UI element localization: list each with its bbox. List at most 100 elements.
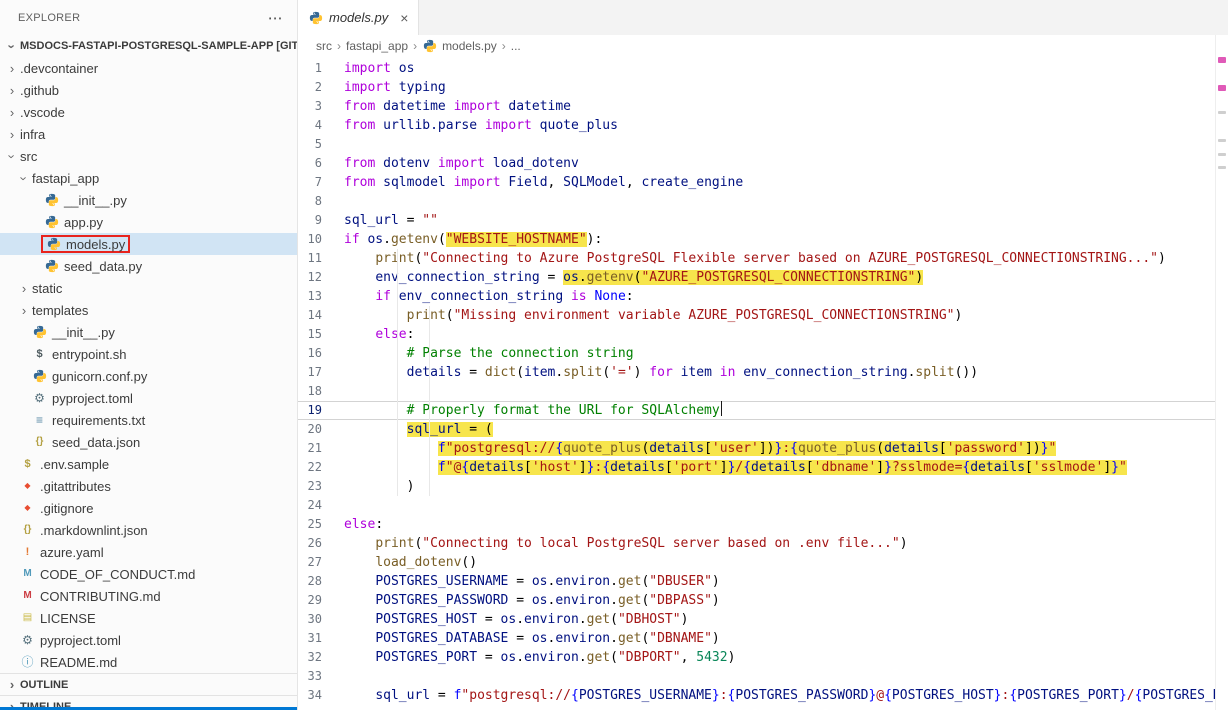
file-gitignore[interactable]: ◆.gitignore [0, 497, 297, 519]
code-line[interactable]: 3from datetime import datetime [298, 97, 1228, 116]
line-number[interactable]: 19 [298, 401, 344, 420]
code-line[interactable]: 10if os.getenv("WEBSITE_HOSTNAME"): [298, 230, 1228, 249]
code-line[interactable]: 33 [298, 667, 1228, 686]
line-number[interactable]: 4 [298, 116, 344, 135]
code-line[interactable]: 11 print("Connecting to Azure PostgreSQL… [298, 249, 1228, 268]
code-line[interactable]: 32 POSTGRES_PORT = os.environ.get("DBPOR… [298, 648, 1228, 667]
line-number[interactable]: 22 [298, 458, 344, 477]
code-line[interactable]: 22 f"@{details['host']}:{details['port']… [298, 458, 1228, 477]
code-line[interactable]: 21 f"postgresql://{quote_plus(details['u… [298, 439, 1228, 458]
code-line[interactable]: 24 [298, 496, 1228, 515]
root-folder[interactable]: › MSDOCS-FASTAPI-POSTGRESQL-SAMPLE-APP [… [0, 35, 297, 57]
line-number[interactable]: 25 [298, 515, 344, 534]
line-number[interactable]: 28 [298, 572, 344, 591]
line-number[interactable]: 11 [298, 249, 344, 268]
code-line[interactable]: 31 POSTGRES_DATABASE = os.environ.get("D… [298, 629, 1228, 648]
code-line[interactable]: 23 ) [298, 477, 1228, 496]
line-number[interactable]: 29 [298, 591, 344, 610]
close-icon[interactable]: × [400, 10, 408, 26]
breadcrumb-symbols[interactable]: ... [511, 39, 521, 53]
line-number[interactable]: 20 [298, 420, 344, 439]
file-gunicorn-conf-py[interactable]: gunicorn.conf.py [0, 365, 297, 387]
code-line[interactable]: 6from dotenv import load_dotenv [298, 154, 1228, 173]
code-line[interactable]: 4from urllib.parse import quote_plus [298, 116, 1228, 135]
code-line[interactable]: 25else: [298, 515, 1228, 534]
line-number[interactable]: 2 [298, 78, 344, 97]
line-number[interactable]: 24 [298, 496, 344, 515]
folder-github[interactable]: ›.github [0, 79, 297, 101]
code-line[interactable]: 13 if env_connection_string is None: [298, 287, 1228, 306]
code-editor[interactable]: 1import os2import typing3from datetime i… [298, 57, 1228, 710]
file-pyproject-toml[interactable]: ⚙pyproject.toml [0, 629, 297, 651]
folder-devcontainer[interactable]: ›.devcontainer [0, 57, 297, 79]
code-line[interactable]: 7from sqlmodel import Field, SQLModel, c… [298, 173, 1228, 192]
file-models-py[interactable]: models.py [0, 233, 297, 255]
code-line[interactable]: 15 else: [298, 325, 1228, 344]
line-number[interactable]: 12 [298, 268, 344, 287]
folder-fastapi-app[interactable]: ›fastapi_app [0, 167, 297, 189]
line-number[interactable]: 21 [298, 439, 344, 458]
file-app-py[interactable]: app.py [0, 211, 297, 233]
file-gitattributes[interactable]: ◆.gitattributes [0, 475, 297, 497]
line-number[interactable]: 16 [298, 344, 344, 363]
line-number[interactable]: 15 [298, 325, 344, 344]
line-number[interactable]: 30 [298, 610, 344, 629]
line-number[interactable]: 5 [298, 135, 344, 154]
code-line[interactable]: 2import typing [298, 78, 1228, 97]
line-number[interactable]: 8 [298, 192, 344, 211]
folder-static[interactable]: ›static [0, 277, 297, 299]
tab-models-py[interactable]: models.py × [298, 0, 419, 35]
breadcrumb-models-py[interactable]: models.py [442, 39, 497, 53]
folder-infra[interactable]: ›infra [0, 123, 297, 145]
code-line[interactable]: 17 details = dict(item.split('=') for it… [298, 363, 1228, 382]
code-line[interactable]: 34 sql_url = f"postgresql://{POSTGRES_US… [298, 686, 1228, 705]
line-number[interactable]: 3 [298, 97, 344, 116]
code-line[interactable]: 12 env_connection_string = os.getenv("AZ… [298, 268, 1228, 287]
file-seed-data-py[interactable]: seed_data.py [0, 255, 297, 277]
file-entrypoint-sh[interactable]: $entrypoint.sh [0, 343, 297, 365]
file-code-of-conduct-md[interactable]: MCODE_OF_CONDUCT.md [0, 563, 297, 585]
line-number[interactable]: 1 [298, 59, 344, 78]
code-line[interactable]: 16 # Parse the connection string [298, 344, 1228, 363]
file-init-py[interactable]: __init__.py [0, 189, 297, 211]
line-number[interactable]: 34 [298, 686, 344, 705]
outline-section[interactable]: › OUTLINE [0, 673, 297, 695]
line-number[interactable]: 31 [298, 629, 344, 648]
line-number[interactable]: 26 [298, 534, 344, 553]
breadcrumb-fastapi-app[interactable]: fastapi_app [346, 39, 408, 53]
line-number[interactable]: 27 [298, 553, 344, 572]
code-line[interactable]: 9sql_url = "" [298, 211, 1228, 230]
file-azure-yaml[interactable]: !azure.yaml [0, 541, 297, 563]
file-init-py[interactable]: __init__.py [0, 321, 297, 343]
file-license[interactable]: ▤LICENSE [0, 607, 297, 629]
code-line[interactable]: 28 POSTGRES_USERNAME = os.environ.get("D… [298, 572, 1228, 591]
file-readme-md[interactable]: ⓘREADME.md [0, 651, 297, 673]
line-number[interactable]: 14 [298, 306, 344, 325]
line-number[interactable]: 32 [298, 648, 344, 667]
code-line[interactable]: 5 [298, 135, 1228, 154]
code-line[interactable]: 19 # Properly format the URL for SQLAlch… [298, 401, 1228, 420]
code-line[interactable]: 20 sql_url = ( [298, 420, 1228, 439]
file-pyproject-toml[interactable]: ⚙pyproject.toml [0, 387, 297, 409]
code-line[interactable]: 14 print("Missing environment variable A… [298, 306, 1228, 325]
line-number[interactable]: 13 [298, 287, 344, 306]
file-seed-data-json[interactable]: {}seed_data.json [0, 431, 297, 453]
line-number[interactable]: 7 [298, 173, 344, 192]
code-line[interactable]: 30 POSTGRES_HOST = os.environ.get("DBHOS… [298, 610, 1228, 629]
overview-ruler[interactable] [1215, 35, 1228, 710]
file-env-sample[interactable]: $.env.sample [0, 453, 297, 475]
file-markdownlint-json[interactable]: {}.markdownlint.json [0, 519, 297, 541]
line-number[interactable]: 9 [298, 211, 344, 230]
line-number[interactable]: 10 [298, 230, 344, 249]
line-number[interactable]: 23 [298, 477, 344, 496]
folder-src[interactable]: ›src [0, 145, 297, 167]
more-actions-icon[interactable]: ⋯ [268, 9, 283, 27]
line-number[interactable]: 17 [298, 363, 344, 382]
breadcrumb-src[interactable]: src [316, 39, 332, 53]
line-number[interactable]: 18 [298, 382, 344, 401]
code-line[interactable]: 18 [298, 382, 1228, 401]
file-contributing-md[interactable]: MCONTRIBUTING.md [0, 585, 297, 607]
code-line[interactable]: 26 print("Connecting to local PostgreSQL… [298, 534, 1228, 553]
code-line[interactable]: 8 [298, 192, 1228, 211]
folder-templates[interactable]: ›templates [0, 299, 297, 321]
